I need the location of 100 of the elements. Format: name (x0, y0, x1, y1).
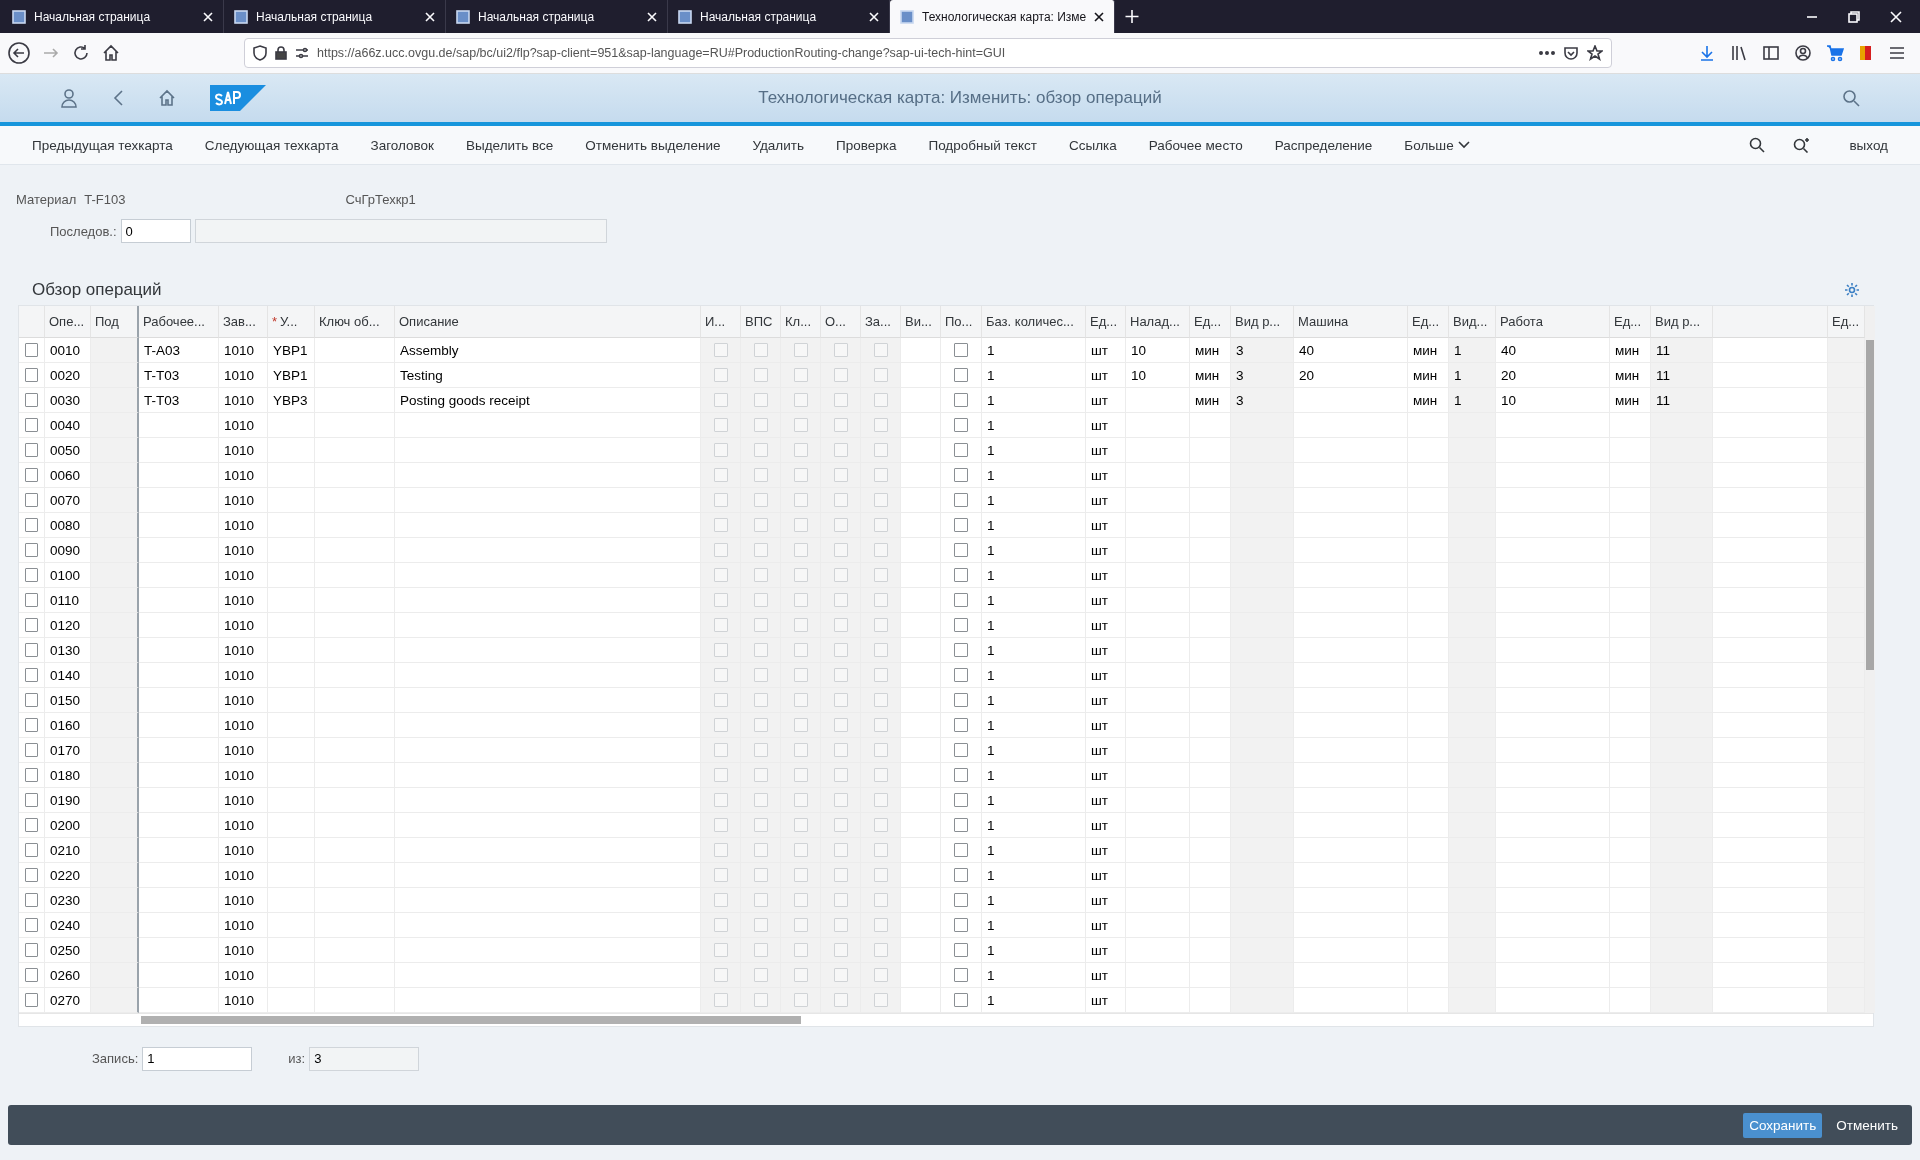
vertical-scrollbar[interactable] (1865, 306, 1875, 1013)
row-select-checkbox[interactable] (25, 743, 38, 757)
row-select-checkbox[interactable] (25, 443, 38, 457)
checkbox[interactable] (954, 693, 968, 707)
column-header[interactable]: Налад... (1126, 306, 1190, 338)
checkbox[interactable] (954, 443, 968, 457)
row-select-checkbox[interactable] (25, 643, 38, 657)
restore-icon[interactable] (1848, 10, 1860, 23)
row-select-checkbox[interactable] (25, 793, 38, 807)
toolbar-button[interactable]: Отменить выделение (575, 131, 731, 159)
checkbox[interactable] (954, 568, 968, 582)
checkbox[interactable] (954, 593, 968, 607)
browser-tab[interactable]: Технологическая карта: Изме (890, 0, 1116, 33)
sap-logo[interactable] (210, 85, 266, 111)
sequence-field[interactable]: 0 (120, 219, 191, 243)
find-next-icon[interactable] (1793, 137, 1812, 153)
column-header[interactable]: У... (280, 314, 298, 329)
cancel-button[interactable]: Отменить (1830, 1112, 1904, 1138)
row-select-checkbox[interactable] (25, 343, 38, 357)
account-icon[interactable] (1794, 44, 1812, 62)
row-select-checkbox[interactable] (25, 693, 38, 707)
checkbox[interactable] (954, 718, 968, 732)
toolbar-button[interactable]: Проверка (826, 131, 907, 159)
checkbox[interactable] (954, 818, 968, 832)
row-select-checkbox[interactable] (25, 893, 38, 907)
row-select-checkbox[interactable] (25, 868, 38, 882)
checkbox[interactable] (954, 368, 968, 382)
toolbar-button[interactable]: Удалить (742, 131, 814, 159)
checkbox[interactable] (954, 843, 968, 857)
row-select-checkbox[interactable] (25, 918, 38, 932)
column-header[interactable]: Ви... (901, 306, 941, 338)
column-header[interactable]: Рабочее... (139, 306, 219, 338)
checkbox[interactable] (954, 993, 968, 1007)
toolbar-button[interactable]: Рабочее место (1138, 131, 1253, 159)
checkbox[interactable] (954, 893, 968, 907)
close-icon[interactable] (1094, 11, 1105, 22)
checkbox[interactable] (954, 543, 968, 557)
checkbox[interactable] (954, 793, 968, 807)
row-select-checkbox[interactable] (25, 843, 38, 857)
checkbox[interactable] (954, 668, 968, 682)
cart-icon[interactable] (1826, 44, 1844, 62)
row-select-checkbox[interactable] (25, 593, 38, 607)
pocket-icon[interactable] (1563, 45, 1579, 61)
toolbar-button[interactable]: Следующая техкарта (194, 131, 349, 159)
toolbar-button[interactable]: Выделить все (456, 131, 564, 159)
row-select-checkbox[interactable] (25, 718, 38, 732)
column-header[interactable]: Работа (1496, 306, 1610, 338)
toolbar-button[interactable]: Заголовок (360, 131, 444, 159)
checkbox[interactable] (954, 418, 968, 432)
row-select-checkbox[interactable] (25, 518, 38, 532)
checkbox[interactable] (954, 393, 968, 407)
column-header[interactable]: Баз. количес... (982, 306, 1086, 338)
row-select-checkbox[interactable] (25, 993, 38, 1007)
row-select-checkbox[interactable] (25, 968, 38, 982)
flag-icon[interactable] (1858, 44, 1874, 62)
column-header[interactable]: Опе... (45, 306, 91, 338)
row-select-checkbox[interactable] (25, 768, 38, 782)
column-header[interactable]: Ед... (1610, 306, 1651, 338)
row-select-checkbox[interactable] (25, 943, 38, 957)
toolbar-button[interactable]: Ссылка (1059, 131, 1127, 159)
checkbox[interactable] (954, 518, 968, 532)
checkbox[interactable] (954, 643, 968, 657)
address-bar[interactable]: https://a66z.ucc.ovgu.de/sap/bc/ui2/flp?sap-client=951&sap-language=RU#ProductionRouting-change?sap-ui-tech-hint=GUI (244, 38, 1612, 68)
checkbox[interactable] (954, 868, 968, 882)
row-select-checkbox[interactable] (25, 668, 38, 682)
search-icon[interactable] (1749, 137, 1766, 153)
column-header[interactable]: Описание (395, 306, 701, 338)
row-select-checkbox[interactable] (25, 418, 38, 432)
checkbox[interactable] (954, 918, 968, 932)
settings-icon[interactable] (1844, 282, 1860, 298)
row-select-checkbox[interactable] (25, 568, 38, 582)
checkbox[interactable] (954, 468, 968, 482)
user-icon[interactable] (60, 88, 78, 108)
column-header[interactable]: Ключ об... (315, 306, 395, 338)
toolbar-button[interactable]: Распределение (1264, 131, 1383, 159)
column-header[interactable]: Ед... (1086, 306, 1126, 338)
row-select-checkbox[interactable] (25, 818, 38, 832)
checkbox[interactable] (954, 618, 968, 632)
checkbox[interactable] (954, 743, 968, 757)
horizontal-scrollbar[interactable] (19, 1013, 1873, 1026)
checkbox[interactable] (954, 943, 968, 957)
row-select-checkbox[interactable] (25, 368, 38, 382)
row-select-checkbox[interactable] (25, 468, 38, 482)
record-field[interactable]: 1 (142, 1046, 253, 1071)
exit-button[interactable]: выход (1839, 131, 1898, 159)
column-header[interactable]: Машина (1294, 306, 1408, 338)
column-header[interactable]: По... (941, 306, 982, 338)
star-icon[interactable] (1587, 45, 1603, 61)
reload-icon[interactable] (72, 44, 90, 62)
column-header[interactable]: Ед... (1190, 306, 1231, 338)
toolbar-button[interactable]: Предыдущая техкарта (22, 131, 183, 159)
home-icon[interactable] (102, 44, 120, 62)
more-icon[interactable] (1539, 51, 1555, 55)
back-icon[interactable] (8, 42, 30, 64)
column-header[interactable]: Ед... (1408, 306, 1449, 338)
library-icon[interactable] (1730, 44, 1748, 62)
row-select-checkbox[interactable] (25, 493, 38, 507)
menu-icon[interactable] (1888, 44, 1906, 62)
download-icon[interactable] (1698, 44, 1716, 62)
toolbar-button[interactable]: Подробный текст (918, 131, 1047, 159)
